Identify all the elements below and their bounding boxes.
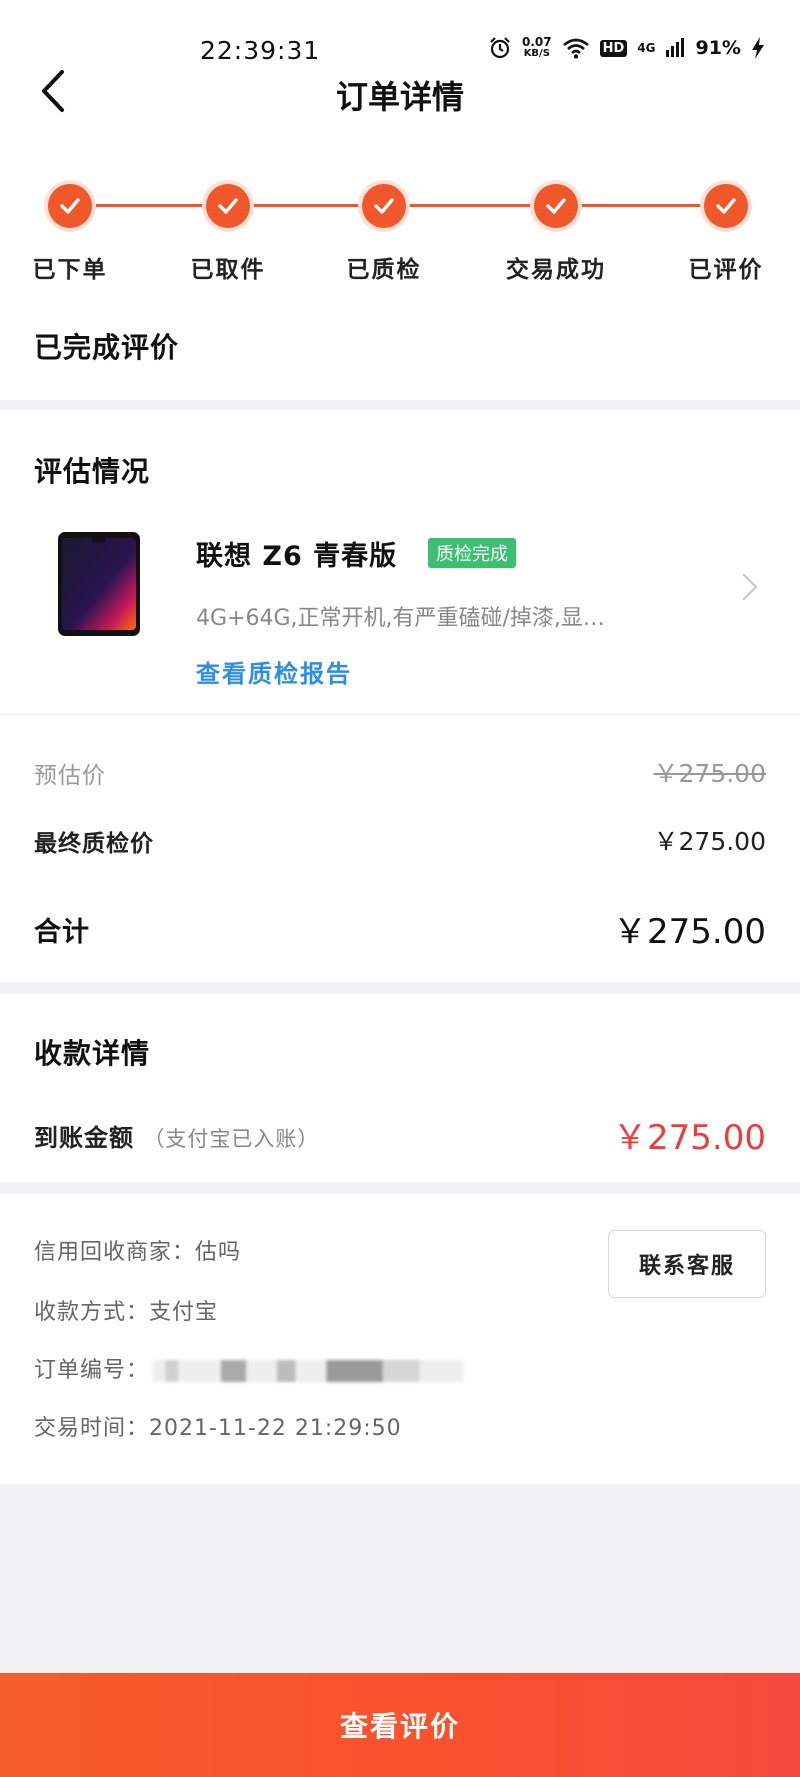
step-picked-up: 已取件 (158, 172, 298, 284)
product-image (58, 532, 140, 636)
alarm-icon (490, 37, 510, 59)
page-title: 订单详情 (335, 78, 464, 116)
step-label: 已取件 (190, 257, 266, 283)
payment-card: 收款详情 到账金额 （支付宝已入账） ￥275.00 (0, 994, 800, 1182)
order-info-card: 信用回收商家：估吗 收款方式：支付宝 订单编号： 交易时间：2021-11-22… (0, 1194, 800, 1484)
divider (0, 714, 800, 715)
order-progress-card: 已下单 已取件 已质检 交易成功 已评价 已完成评价 (0, 136, 800, 400)
progress-steps: 已下单 已取件 已质检 交易成功 已评价 (0, 172, 800, 283)
product-row[interactable]: 联想 Z6 青春版 质检完成 4G+64G,正常开机,有严重磕碰/掉漆,显… (0, 410, 800, 710)
status-icons: 0.07 KB/S HD 4G 91% (488, 36, 765, 60)
check-icon (48, 184, 92, 228)
contact-service-button[interactable]: 联系客服 (608, 1230, 766, 1298)
network-label: 4G (637, 41, 656, 55)
trade-time-info: 交易时间：2021-11-22 21:29:50 (34, 1416, 402, 1441)
check-icon (534, 184, 578, 228)
payment-title: 收款详情 (34, 1037, 151, 1070)
charging-icon (751, 37, 764, 59)
amount-note: （支付宝已入账） (143, 1127, 320, 1151)
wifi-icon (562, 38, 589, 59)
merchant-info: 信用回收商家：估吗 (34, 1240, 242, 1265)
battery-level: 91% (695, 37, 741, 59)
step-label: 已质检 (346, 257, 422, 283)
final-price-label: 最终质检价 (34, 831, 154, 857)
step-label: 交易成功 (506, 257, 606, 283)
step-ordered: 已下单 (0, 172, 140, 284)
net-speed-value: 0.07 (522, 35, 552, 49)
product-name: 联想 Z6 青春版 (196, 541, 398, 572)
amount-label-text: 到账金额 (34, 1124, 134, 1152)
order-number-info: 订单编号： (34, 1352, 464, 1384)
net-speed: 0.07 KB/S (522, 36, 552, 60)
status-time: 22:39:31 (200, 36, 321, 65)
total-value: ￥275.00 (613, 912, 766, 952)
step-inspected: 已质检 (314, 172, 454, 284)
step-label: 已下单 (32, 257, 108, 283)
amount-value: ￥275.00 (613, 1118, 766, 1158)
order-status-text: 已完成评价 (34, 331, 180, 364)
final-price-value: ￥275.00 (653, 827, 766, 856)
signal-icon (666, 38, 685, 57)
net-speed-unit: KB/S (523, 48, 550, 59)
check-icon (206, 184, 250, 228)
step-trade-success: 交易成功 (486, 172, 626, 284)
total-label: 合计 (34, 917, 90, 948)
step-reviewed: 已评价 (656, 172, 796, 284)
view-review-button[interactable]: 查看评价 (0, 1673, 800, 1777)
nav-bar: 订单详情 (0, 66, 800, 136)
status-bar: 22:39:31 0.07 KB/S HD 4G 91% (0, 0, 800, 66)
order-number-label: 订单编号： (34, 1358, 150, 1383)
product-spec: 4G+64G,正常开机,有严重磕碰/掉漆,显… (196, 606, 605, 631)
amount-label: 到账金额 （支付宝已入账） (34, 1118, 319, 1153)
evaluation-card: 评估情况 联想 Z6 青春版 质检完成 4G+64G,正常开机,有严重磕碰/掉漆… (0, 410, 800, 982)
estimated-price-value: ￥275.00 (653, 759, 766, 788)
check-icon (362, 184, 406, 228)
hd-badge: HD (599, 39, 628, 57)
estimated-price-label: 预估价 (34, 763, 106, 789)
step-label: 已评价 (688, 257, 764, 283)
order-number-redacted (153, 1360, 464, 1382)
payment-method-info: 收款方式：支付宝 (34, 1300, 219, 1325)
check-icon (704, 184, 748, 228)
inspection-badge: 质检完成 (428, 538, 516, 568)
chevron-right-icon (742, 573, 758, 601)
view-report-link[interactable]: 查看质检报告 (196, 654, 352, 689)
